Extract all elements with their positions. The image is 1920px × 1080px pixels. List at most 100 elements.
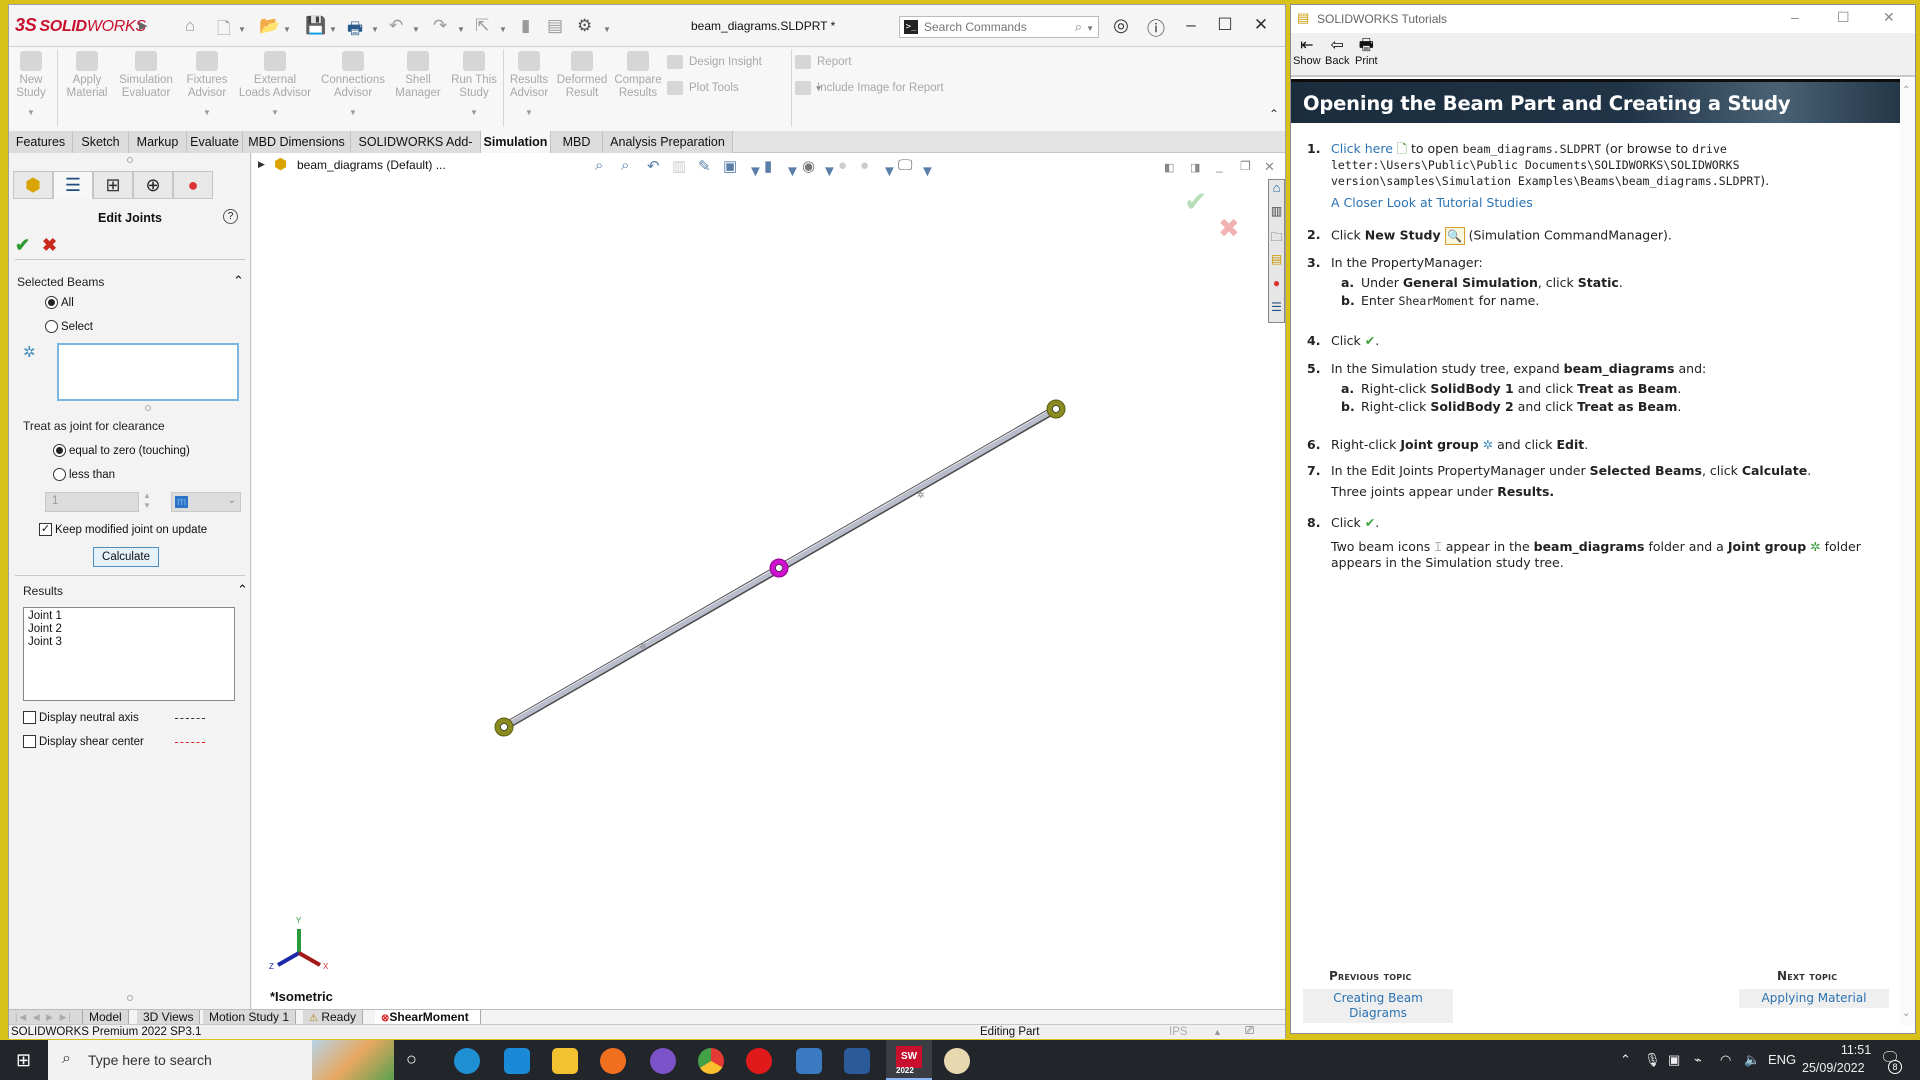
clearance-value-input[interactable]: 1 — [45, 492, 139, 512]
language-indicator[interactable]: ENG — [1768, 1052, 1796, 1067]
joint-3-marker[interactable] — [1046, 399, 1066, 419]
selected-beams-list[interactable] — [57, 343, 239, 401]
new-dropdown-icon[interactable]: ▼ — [238, 25, 246, 34]
include-image-button[interactable]: Include Image for Report — [795, 81, 944, 95]
tab-display-manager[interactable]: ● — [173, 171, 213, 199]
open-dropdown-icon[interactable]: ▼ — [283, 25, 291, 34]
tab-feature-manager[interactable]: ⬢ — [13, 171, 53, 199]
result-item[interactable]: Joint 1 — [28, 610, 230, 623]
simulation-evaluator-button[interactable]: Simulation Evaluator — [117, 51, 175, 100]
pm-help-button[interactable]: ? — [223, 209, 238, 224]
results-list[interactable]: Joint 1 Joint 2 Joint 3 — [23, 607, 235, 701]
file-explorer-icon[interactable] — [552, 1048, 578, 1074]
joint-1-marker[interactable] — [494, 717, 514, 737]
open-icon[interactable]: 📂 — [259, 16, 280, 36]
clearance-spinner[interactable]: ▲ ▼ — [143, 491, 151, 511]
rebuild-icon[interactable]: ▮ — [521, 16, 530, 36]
report-button[interactable]: Report — [795, 55, 852, 69]
result-item[interactable]: Joint 2 — [28, 623, 230, 636]
search-dropdown-icon[interactable]: ▼ — [1086, 24, 1094, 33]
tab-simulation[interactable]: Simulation — [481, 131, 551, 153]
close-button[interactable]: ✕ — [1249, 15, 1273, 35]
unit-system[interactable]: IPS — [1169, 1025, 1188, 1040]
scroll-up-icon[interactable]: ⌃ — [1902, 85, 1910, 96]
next-topic-link[interactable]: Applying Material — [1739, 989, 1889, 1008]
print-icon[interactable]: 🖶 — [347, 16, 363, 45]
tutorial-scrollbar[interactable]: ⌃ ⌄ — [1900, 79, 1915, 1025]
viber-icon[interactable] — [650, 1048, 676, 1074]
tab-study-ready[interactable]: ⚠ Ready — [303, 1010, 363, 1025]
maximize-button[interactable]: ☐ — [1213, 15, 1237, 35]
firefox-icon[interactable] — [600, 1048, 626, 1074]
solidworks-taskbar-button[interactable]: SW 2022 — [886, 1040, 932, 1080]
keep-modified-checkbox[interactable]: ✓ Keep modified joint on update — [39, 522, 207, 537]
graphics-area[interactable]: ▶ ⬢ beam_diagrams (Default) ... ⌕ ⌕ ↶ ▥ … — [252, 153, 1285, 1009]
display-shear-center-checkbox[interactable]: Display shear center — [23, 734, 144, 749]
edge-icon[interactable] — [454, 1048, 480, 1074]
windows-start-icon[interactable]: ⊞ — [16, 1050, 31, 1071]
results-advisor-button[interactable]: Results Advisor ▼ — [507, 51, 551, 119]
radio-less-than[interactable]: less than — [53, 467, 115, 482]
volume-icon[interactable]: 🔈 — [1744, 1052, 1760, 1068]
options-gear-icon[interactable]: ⚙ — [577, 16, 592, 36]
minimize-button[interactable]: – — [1179, 15, 1203, 35]
tab-property-manager[interactable]: ☰ — [53, 171, 93, 199]
tutorial-close-button[interactable]: ✕ — [1883, 9, 1895, 26]
new-study-button[interactable]: New Study ▼ — [13, 51, 49, 119]
tab-mbd-dimensions[interactable]: MBD Dimensions — [243, 131, 351, 153]
panel-bottom-handle[interactable] — [127, 995, 133, 1001]
panel-resize-handle[interactable] — [127, 157, 133, 163]
search-commands-input[interactable] — [924, 19, 1064, 35]
cortana-icon[interactable]: ○ — [406, 1049, 417, 1070]
compare-results-button[interactable]: Compare Results — [613, 51, 663, 100]
battery-icon[interactable]: ⌁ — [1694, 1052, 1702, 1068]
run-this-study-button[interactable]: Run This Study ▼ — [449, 51, 499, 119]
tab-scroll-arrows[interactable]: |◀ ◀ ▶ ▶| — [9, 1010, 83, 1025]
recorder-icon[interactable] — [844, 1048, 870, 1074]
paint-icon[interactable] — [944, 1048, 970, 1074]
home-icon[interactable]: ⌂ — [185, 16, 195, 36]
radio-equal-to-zero[interactable]: equal to zero (touching) — [53, 443, 190, 458]
redo-icon[interactable]: ↷ — [433, 16, 447, 36]
save-icon[interactable]: 💾 — [305, 16, 326, 36]
new-document-icon[interactable]: 🗋 — [217, 16, 231, 45]
calculate-button[interactable]: Calculate — [93, 547, 159, 567]
joint-2-marker[interactable] — [769, 558, 789, 578]
clock-date[interactable]: 25/09/2022 — [1802, 1061, 1865, 1075]
print-button[interactable]: 🖶 Print — [1355, 37, 1378, 67]
tab-model[interactable]: Model — [83, 1010, 129, 1025]
tab-3d-views[interactable]: 3D Views — [137, 1010, 201, 1025]
help-icon[interactable]: ⓘ — [1144, 15, 1168, 41]
tab-mbd[interactable]: MBD — [551, 131, 603, 153]
back-button[interactable]: ⇦ Back — [1325, 37, 1349, 67]
print-dropdown-icon[interactable]: ▼ — [371, 25, 379, 34]
redo-dropdown-icon[interactable]: ▼ — [457, 25, 465, 34]
scroll-down-icon[interactable]: ⌄ — [1902, 1008, 1910, 1019]
expand-menu-arrow-icon[interactable]: ▶ — [139, 19, 147, 32]
apply-material-button[interactable]: Apply Material — [61, 51, 113, 100]
unit-system-arrow-icon[interactable]: ▲ — [1213, 1025, 1222, 1040]
search-commands-box[interactable]: >_ ⌕ ▼ — [899, 16, 1099, 38]
tab-features[interactable]: Features — [9, 131, 73, 153]
unit-dropdown[interactable]: m ⌄ — [171, 492, 241, 512]
tab-solidworks-addins[interactable]: SOLIDWORKS Add-Ins — [351, 131, 481, 171]
shell-manager-button[interactable]: Shell Manager — [393, 51, 443, 100]
microphone-icon[interactable]: 🎙 — [1644, 1052, 1661, 1068]
beam-model[interactable]: ✲ ✲ Y Z X — [252, 153, 1285, 1009]
taskbar-search-input[interactable]: Type here to search — [88, 1052, 212, 1068]
wifi-icon[interactable]: ◠ — [1720, 1052, 1731, 1068]
previous-topic-link[interactable]: Creating Beam Diagrams — [1303, 989, 1453, 1023]
save-dropdown-icon[interactable]: ▼ — [329, 25, 337, 34]
file-properties-icon[interactable]: ▤ — [547, 16, 563, 36]
connections-advisor-button[interactable]: Connections Advisor ▼ — [317, 51, 389, 119]
options-dropdown-icon[interactable]: ▼ — [603, 25, 611, 34]
tab-markup[interactable]: Markup — [129, 131, 187, 153]
design-insight-button[interactable]: Design Insight — [667, 55, 762, 69]
tab-configuration-manager[interactable]: ⊞ — [93, 171, 133, 199]
camera-icon[interactable]: ▣ — [1668, 1052, 1680, 1068]
cancel-x-button[interactable]: ✖ — [42, 235, 57, 256]
collapse-results-icon[interactable]: ⌃ — [237, 582, 248, 598]
select-cursor-icon[interactable]: ⇱ — [475, 16, 489, 36]
collapse-selected-beams-icon[interactable]: ⌃ — [233, 273, 244, 289]
tab-shearmoment-study[interactable]: ⊗ShearMoment — [375, 1010, 481, 1025]
